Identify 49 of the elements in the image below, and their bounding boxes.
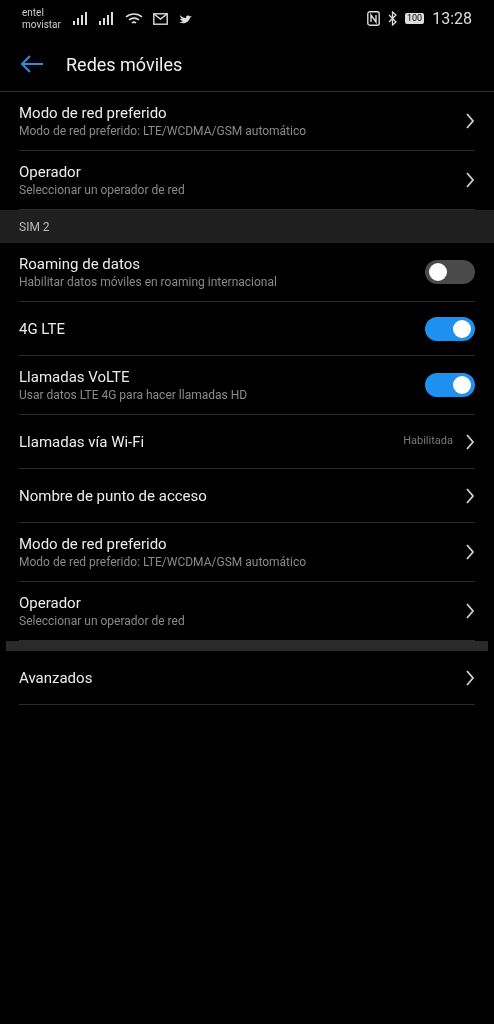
settings-row[interactable]: Modo de red preferido Modo de red preferido: LTE/WCDMA/GSM automático: [19, 523, 475, 582]
signal-icon: [98, 12, 115, 25]
row-title: 4G LTE: [19, 318, 66, 339]
row-title: Modo de red preferido: [19, 103, 168, 123]
row-title: Modo de red preferido: [19, 534, 168, 554]
row-value: Habilitada: [403, 433, 453, 450]
row-title: Operador: [19, 162, 82, 182]
row-title: Llamadas vía Wi-Fi: [19, 431, 146, 452]
settings-row[interactable]: 4G LTE: [19, 302, 475, 356]
row-title: Operador: [19, 593, 82, 613]
chevron-right-icon: [465, 669, 475, 686]
carrier-name: movistar: [22, 18, 61, 31]
battery-level: 100: [404, 13, 425, 24]
chevron-right-icon: [465, 172, 475, 188]
settings-row[interactable]: Roaming de datos Habilitar datos móviles en roaming internacional: [19, 243, 475, 302]
chevron-right-icon: [465, 487, 475, 504]
toggle-switch[interactable]: [425, 316, 475, 341]
chevron-right-icon: [465, 433, 475, 450]
chevron-right-icon: [465, 603, 475, 619]
mail-icon: [152, 12, 168, 25]
chevron-right-icon: [465, 113, 475, 129]
toggle-switch[interactable]: [425, 373, 475, 397]
section-title: SIM 2: [19, 218, 50, 236]
carrier-name: entel: [22, 6, 45, 19]
settings-row[interactable]: Llamadas vía Wi-Fi Habilitada: [19, 415, 475, 469]
row-subtitle: Seleccionar un operador de red: [19, 613, 186, 629]
row-title: Roaming de datos: [19, 254, 141, 274]
signal-icon: [72, 12, 89, 25]
clock: 13:28: [432, 7, 472, 30]
nfc-icon: [366, 11, 380, 26]
settings-row[interactable]: Modo de red preferido Modo de red preferido: LTE/WCDMA/GSM automático: [19, 92, 475, 151]
row-subtitle: Habilitar datos móviles en roaming internacional: [19, 274, 278, 290]
row-title: Llamadas VoLTE: [19, 367, 131, 387]
settings-row[interactable]: Llamadas VoLTE Usar datos LTE 4G para hacer llamadas HD: [19, 356, 475, 415]
wifi-icon: [124, 11, 143, 26]
row-subtitle: Modo de red preferido: LTE/WCDMA/GSM automático: [19, 554, 308, 570]
toggle-switch[interactable]: [425, 260, 475, 284]
back-arrow-icon[interactable]: [20, 54, 44, 74]
row-subtitle: Modo de red preferido: LTE/WCDMA/GSM automático: [19, 123, 308, 139]
bluetooth-icon: [387, 11, 397, 26]
bird-icon: [177, 12, 193, 25]
row-subtitle: Usar datos LTE 4G para hacer llamadas HD: [19, 387, 249, 403]
settings-row[interactable]: Nombre de punto de acceso: [19, 469, 475, 523]
row-title: Nombre de punto de acceso: [19, 485, 208, 506]
row-title: Avanzados: [19, 667, 94, 688]
settings-row[interactable]: Avanzados: [19, 651, 475, 705]
screen-title: Redes móviles: [66, 52, 183, 77]
chevron-right-icon: [465, 544, 475, 560]
row-subtitle: Seleccionar un operador de red: [19, 182, 186, 198]
